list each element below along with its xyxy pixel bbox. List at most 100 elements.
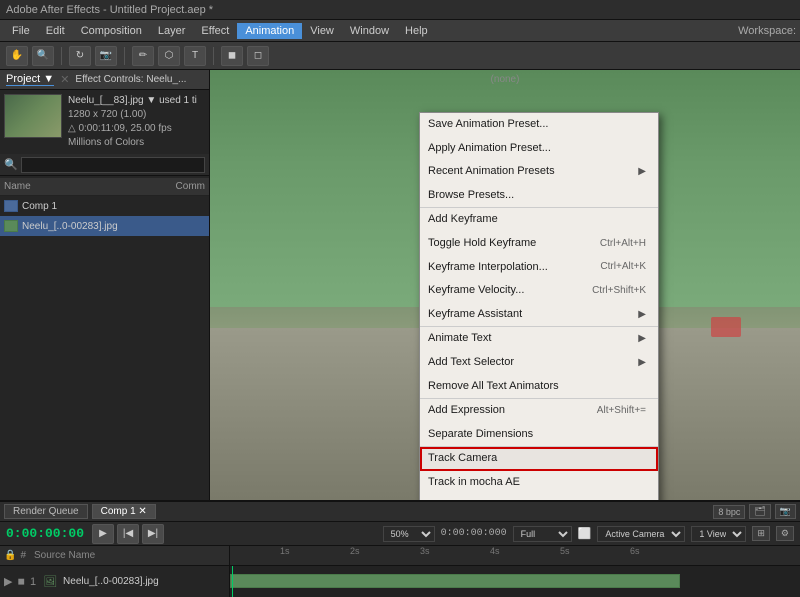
track-left: ▶ ◼ 1 🖼 Neelu_[..0-00283].jpg bbox=[0, 566, 230, 597]
menu-apply-animation-preset[interactable]: Apply Animation Preset... bbox=[420, 137, 658, 161]
menu-recent-animation-presets[interactable]: Recent Animation Presets ▶ bbox=[420, 160, 658, 184]
tab-render-queue[interactable]: Render Queue bbox=[4, 504, 88, 519]
arrow-icon-animate-text: ▶ bbox=[638, 331, 646, 347]
menu-keyframe-interpolation[interactable]: Keyframe Interpolation... Ctrl+Alt+K bbox=[420, 256, 658, 280]
workspace-label: Workspace: bbox=[738, 25, 796, 37]
search-input[interactable] bbox=[21, 157, 205, 173]
tab-project[interactable]: Project ▼ bbox=[6, 73, 54, 86]
track-right-area bbox=[230, 566, 800, 597]
track-av-toggle[interactable]: ◼ bbox=[17, 576, 24, 587]
zoom-select[interactable]: 50% 100% 25% bbox=[383, 526, 435, 542]
tool-mask[interactable]: ⬡ bbox=[158, 46, 180, 66]
menu-warp-stabilizer[interactable]: Warp Stabilizer bbox=[420, 495, 658, 501]
shortcut-add-expression: Alt+Shift+= bbox=[597, 403, 646, 419]
tool-text[interactable]: T bbox=[184, 46, 206, 66]
menu-label-keyframe-assist: Keyframe Assistant bbox=[428, 306, 522, 324]
track-right-header: 1s 2s 3s 4s 5s 6s bbox=[230, 546, 800, 565]
tool-hand[interactable]: ✋ bbox=[6, 46, 28, 66]
menu-edit[interactable]: Edit bbox=[38, 23, 73, 39]
toolbar: ✋ 🔍 ↻ 📷 ✏ ⬡ T ◼ ◻ bbox=[0, 42, 800, 70]
timeline-track-area: 🔒 # Source Name 1s 2s 3s 4s 5s 6s ▶ ◼ 1 … bbox=[0, 546, 800, 597]
layout-options[interactable]: ⊞ bbox=[752, 526, 770, 541]
tool-zoom[interactable]: 🔍 bbox=[32, 46, 54, 66]
timeline-header-row: 🔒 # Source Name 1s 2s 3s 4s 5s 6s bbox=[0, 546, 800, 566]
layer-item-comp1[interactable]: Comp 1 bbox=[0, 196, 209, 216]
menu-view[interactable]: View bbox=[302, 23, 342, 39]
tool-stroke[interactable]: ◻ bbox=[247, 46, 269, 66]
search-box: 🔍 bbox=[0, 154, 209, 176]
layer-list: Name Comm Comp 1 Neelu_[..0-00283].jpg bbox=[0, 176, 209, 238]
menu-section-expression: Add Expression Alt+Shift+= Separate Dime… bbox=[420, 399, 658, 447]
menu-label-track-camera: Track Camera bbox=[428, 450, 497, 468]
snapshot-btn[interactable]: 📷 bbox=[775, 504, 796, 519]
menu-animate-text[interactable]: Animate Text ▶ bbox=[420, 327, 658, 351]
timeline-bar[interactable] bbox=[230, 574, 680, 588]
menu-label-save-preset: Save Animation Preset... bbox=[428, 116, 548, 134]
shortcut-keyframe-vel: Ctrl+Shift+K bbox=[592, 283, 646, 299]
preview-options[interactable]: ⚙ bbox=[776, 526, 794, 541]
menu-bar: File Edit Composition Layer Effect Anima… bbox=[0, 20, 800, 42]
menu-add-text-selector[interactable]: Add Text Selector ▶ bbox=[420, 351, 658, 375]
region-icon: ⬜ bbox=[578, 527, 592, 540]
menu-add-expression[interactable]: Add Expression Alt+Shift+= bbox=[420, 399, 658, 423]
tool-pen[interactable]: ✏ bbox=[132, 46, 154, 66]
lock-icon: 🔒 bbox=[4, 550, 16, 561]
menu-toggle-hold-keyframe[interactable]: Toggle Hold Keyframe Ctrl+Alt+H bbox=[420, 232, 658, 256]
menu-label-keyframe-interp: Keyframe Interpolation... bbox=[428, 259, 548, 277]
arrow-icon-recent-presets: ▶ bbox=[638, 164, 646, 180]
menu-file[interactable]: File bbox=[4, 23, 38, 39]
resolution-select[interactable]: Full Half Quarter bbox=[513, 526, 572, 542]
menu-label-add-keyframe: Add Keyframe bbox=[428, 211, 498, 229]
bpc-toggle[interactable]: 8 bpc bbox=[713, 505, 745, 519]
playhead[interactable] bbox=[232, 566, 233, 597]
layer-item-image[interactable]: Neelu_[..0-00283].jpg bbox=[0, 216, 209, 236]
panel-header: Project ▼ ✕ Effect Controls: Neelu_... bbox=[0, 70, 209, 90]
main-area: Project ▼ ✕ Effect Controls: Neelu_... N… bbox=[0, 70, 800, 500]
menu-layer[interactable]: Layer bbox=[150, 23, 194, 39]
toolbar-separator-1 bbox=[61, 47, 62, 65]
timeline-controls: 0:00:00:00 ▶ |◀ ▶| 50% 100% 25% 0:00:00:… bbox=[0, 522, 800, 546]
menu-keyframe-assistant[interactable]: Keyframe Assistant ▶ bbox=[420, 303, 658, 327]
menu-window[interactable]: Window bbox=[342, 23, 397, 39]
tool-camera[interactable]: 📷 bbox=[95, 46, 117, 66]
memory-icon[interactable]: 🗂 bbox=[749, 504, 770, 519]
view-count-select[interactable]: 1 View bbox=[691, 526, 746, 542]
play-btn[interactable]: ▶ bbox=[92, 524, 114, 544]
camera-select[interactable]: Active Camera bbox=[597, 526, 685, 542]
col-comment: Comm bbox=[176, 181, 205, 192]
layer-list-header: Name Comm bbox=[0, 178, 209, 196]
menu-remove-all-text-animators[interactable]: Remove All Text Animators bbox=[420, 375, 658, 399]
menu-save-animation-preset[interactable]: Save Animation Preset... bbox=[420, 113, 658, 137]
arrow-icon-keyframe-assist: ▶ bbox=[638, 307, 646, 323]
track-expand-icon[interactable]: ▶ bbox=[4, 575, 12, 588]
menu-help[interactable]: Help bbox=[397, 23, 436, 39]
menu-composition[interactable]: Composition bbox=[73, 23, 150, 39]
toolbar-separator-3 bbox=[213, 47, 214, 65]
tool-rotate[interactable]: ↻ bbox=[69, 46, 91, 66]
menu-separate-dimensions[interactable]: Separate Dimensions bbox=[420, 423, 658, 447]
menu-label-browse-presets: Browse Presets... bbox=[428, 187, 514, 205]
prev-frame-btn[interactable]: |◀ bbox=[117, 524, 139, 544]
menu-browse-presets[interactable]: Browse Presets... bbox=[420, 184, 658, 208]
col-header-source: Source Name bbox=[34, 550, 95, 561]
title-text: Adobe After Effects - Untitled Project.a… bbox=[6, 4, 213, 16]
menu-section-keyframes: Add Keyframe Toggle Hold Keyframe Ctrl+A… bbox=[420, 208, 658, 327]
tick-3s: 3s bbox=[420, 546, 430, 556]
menu-add-keyframe[interactable]: Add Keyframe bbox=[420, 208, 658, 232]
menu-effect[interactable]: Effect bbox=[193, 23, 237, 39]
menu-label-separate-dimensions: Separate Dimensions bbox=[428, 426, 533, 444]
next-frame-btn[interactable]: ▶| bbox=[142, 524, 164, 544]
menu-track-camera[interactable]: Track Camera bbox=[420, 447, 658, 471]
tool-fill[interactable]: ◼ bbox=[221, 46, 243, 66]
menu-keyframe-velocity[interactable]: Keyframe Velocity... Ctrl+Shift+K bbox=[420, 279, 658, 303]
animation-dropdown-menu: Save Animation Preset... Apply Animation… bbox=[419, 112, 659, 500]
menu-track-in-mocha[interactable]: Track in mocha AE bbox=[420, 471, 658, 495]
menu-animation[interactable]: Animation bbox=[237, 23, 302, 39]
tick-6s: 6s bbox=[630, 546, 640, 556]
shortcut-toggle-hold: Ctrl+Alt+H bbox=[600, 236, 646, 252]
track-number: 1 bbox=[30, 576, 36, 588]
tab-comp1[interactable]: Comp 1 ✕ bbox=[92, 504, 156, 519]
tick-2s: 2s bbox=[350, 546, 360, 556]
tab-effect-controls[interactable]: Effect Controls: Neelu_... bbox=[75, 74, 186, 85]
menu-label-keyframe-vel: Keyframe Velocity... bbox=[428, 282, 524, 300]
